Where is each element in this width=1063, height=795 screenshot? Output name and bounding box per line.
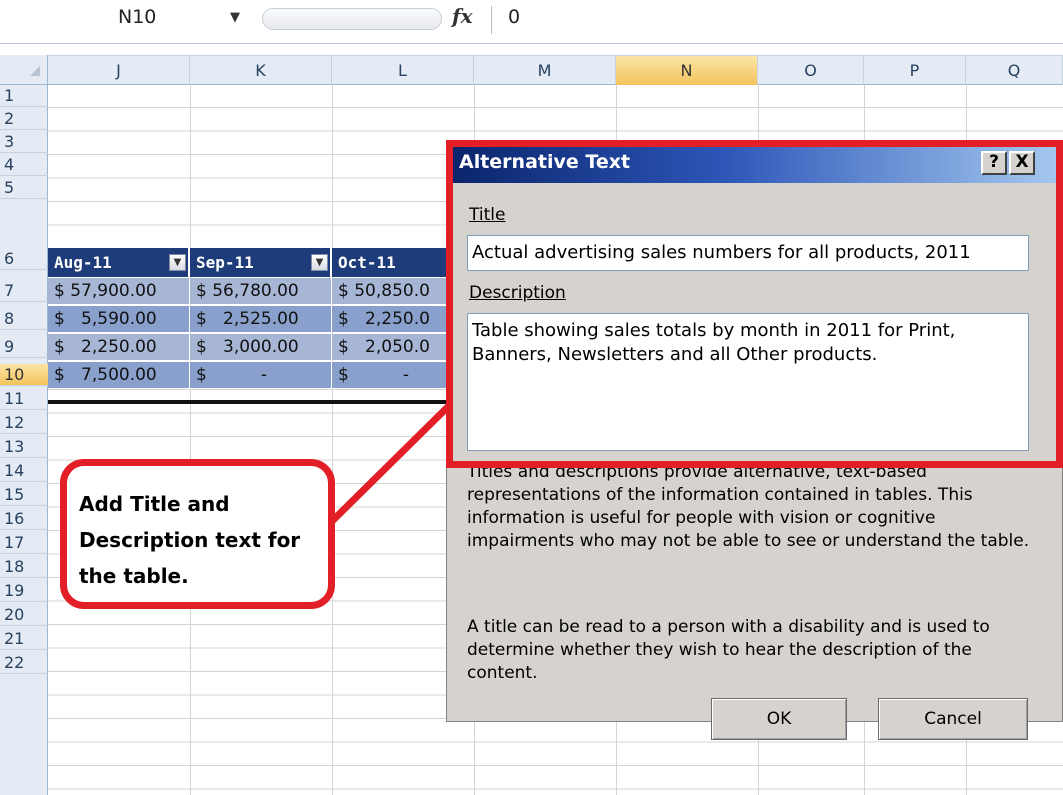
column-header-n[interactable]: N [616,56,758,85]
column-header-o[interactable]: O [758,56,864,85]
filter-dropdown-icon[interactable]: ▼ [169,254,186,271]
row-header[interactable]: 16 [0,508,48,530]
chevron-down-icon[interactable]: ▼ [230,10,246,26]
header-label: Sep-11 [196,253,254,272]
row-header[interactable]: 21 [0,628,48,650]
highlight-box [446,140,1063,468]
table-row: $ 57,900.00 $ 56,780.00 $ 50,850.0 [48,278,498,306]
table-row: $ 7,500.00 $ - $ - [48,362,498,390]
row-header[interactable]: 7 [0,280,48,302]
row-header[interactable]: 17 [0,532,48,554]
formula-bar: N10 ▼ fx 0 [0,0,1063,44]
table-cell[interactable]: $ 2,250.00 [48,334,190,361]
row-header[interactable]: 9 [0,336,48,358]
formula-divider [491,6,492,34]
row-header[interactable]: 1 [0,85,48,107]
header-label: Aug-11 [54,253,112,272]
name-box[interactable]: N10 [118,6,200,32]
table-cell[interactable]: $ 5,590.00 [48,306,190,333]
formula-bar-resize-handle[interactable] [262,8,442,30]
row-header[interactable]: 22 [0,652,48,674]
table-cell[interactable]: $ 3,000.00 [190,334,332,361]
row-header[interactable]: 3 [0,131,48,153]
cancel-button[interactable]: Cancel [878,698,1028,740]
column-header-row: J K L M N O P Q [0,55,1063,85]
row-header[interactable]: 14 [0,460,48,482]
select-all-button[interactable] [0,55,48,85]
sales-table: Aug-11 ▼ Sep-11 ▼ Oct-11 $ 57,900.00 $ 5… [48,248,498,400]
column-header-l[interactable]: L [332,56,474,85]
ok-button[interactable]: OK [711,698,847,740]
row-header[interactable]: 2 [0,108,48,130]
row-header[interactable]: 8 [0,308,48,330]
help-paragraph: A title can be read to a person with a d… [467,617,990,683]
row-header[interactable]: 20 [0,604,48,626]
row-header[interactable]: 10 [0,364,48,386]
table-row: $ 5,590.00 $ 2,525.00 $ 2,250.0 [48,306,498,334]
column-header-m[interactable]: M [474,56,616,85]
table-border [48,400,498,404]
table-cell[interactable]: $ - [190,362,332,389]
row-header[interactable]: 4 [0,154,48,176]
column-header-q[interactable]: Q [966,56,1063,85]
row-header[interactable]: 18 [0,556,48,578]
column-header-k[interactable]: K [190,56,332,85]
row-header[interactable]: 6 [0,248,48,270]
gridline [190,85,191,795]
column-header-p[interactable]: P [864,56,966,85]
column-header-j[interactable]: J [48,56,190,85]
row-header[interactable]: 13 [0,436,48,458]
filter-dropdown-icon[interactable]: ▼ [311,254,328,271]
row-header-column: 1 2 3 4 5 6 7 8 9 10 11 12 13 14 15 16 1… [0,85,48,795]
row-header[interactable]: 12 [0,412,48,434]
table-cell[interactable]: $ 57,900.00 [48,278,190,305]
table-cell[interactable]: $ 7,500.00 [48,362,190,389]
table-cell[interactable]: $ 2,525.00 [190,306,332,333]
fx-label: fx [452,4,473,28]
insert-function-icon[interactable]: fx [452,4,486,34]
row-header[interactable]: 19 [0,580,48,602]
formula-input[interactable]: 0 [508,6,608,34]
callout-bubble: Add Title and Description text for the t… [60,459,335,609]
help-paragraph: Titles and descriptions provide alternat… [467,462,1030,551]
select-all-triangle-icon [30,66,40,76]
row-header[interactable]: 5 [0,177,48,199]
table-row: $ 2,250.00 $ 3,000.00 $ 2,050.0 [48,334,498,362]
gridline [332,85,333,795]
header-label: Oct-11 [338,253,396,272]
callout-text: Add Title and Description text for the t… [79,492,301,588]
table-cell[interactable]: $ 56,780.00 [190,278,332,305]
row-header[interactable]: 15 [0,484,48,506]
row-header[interactable]: 11 [0,388,48,410]
